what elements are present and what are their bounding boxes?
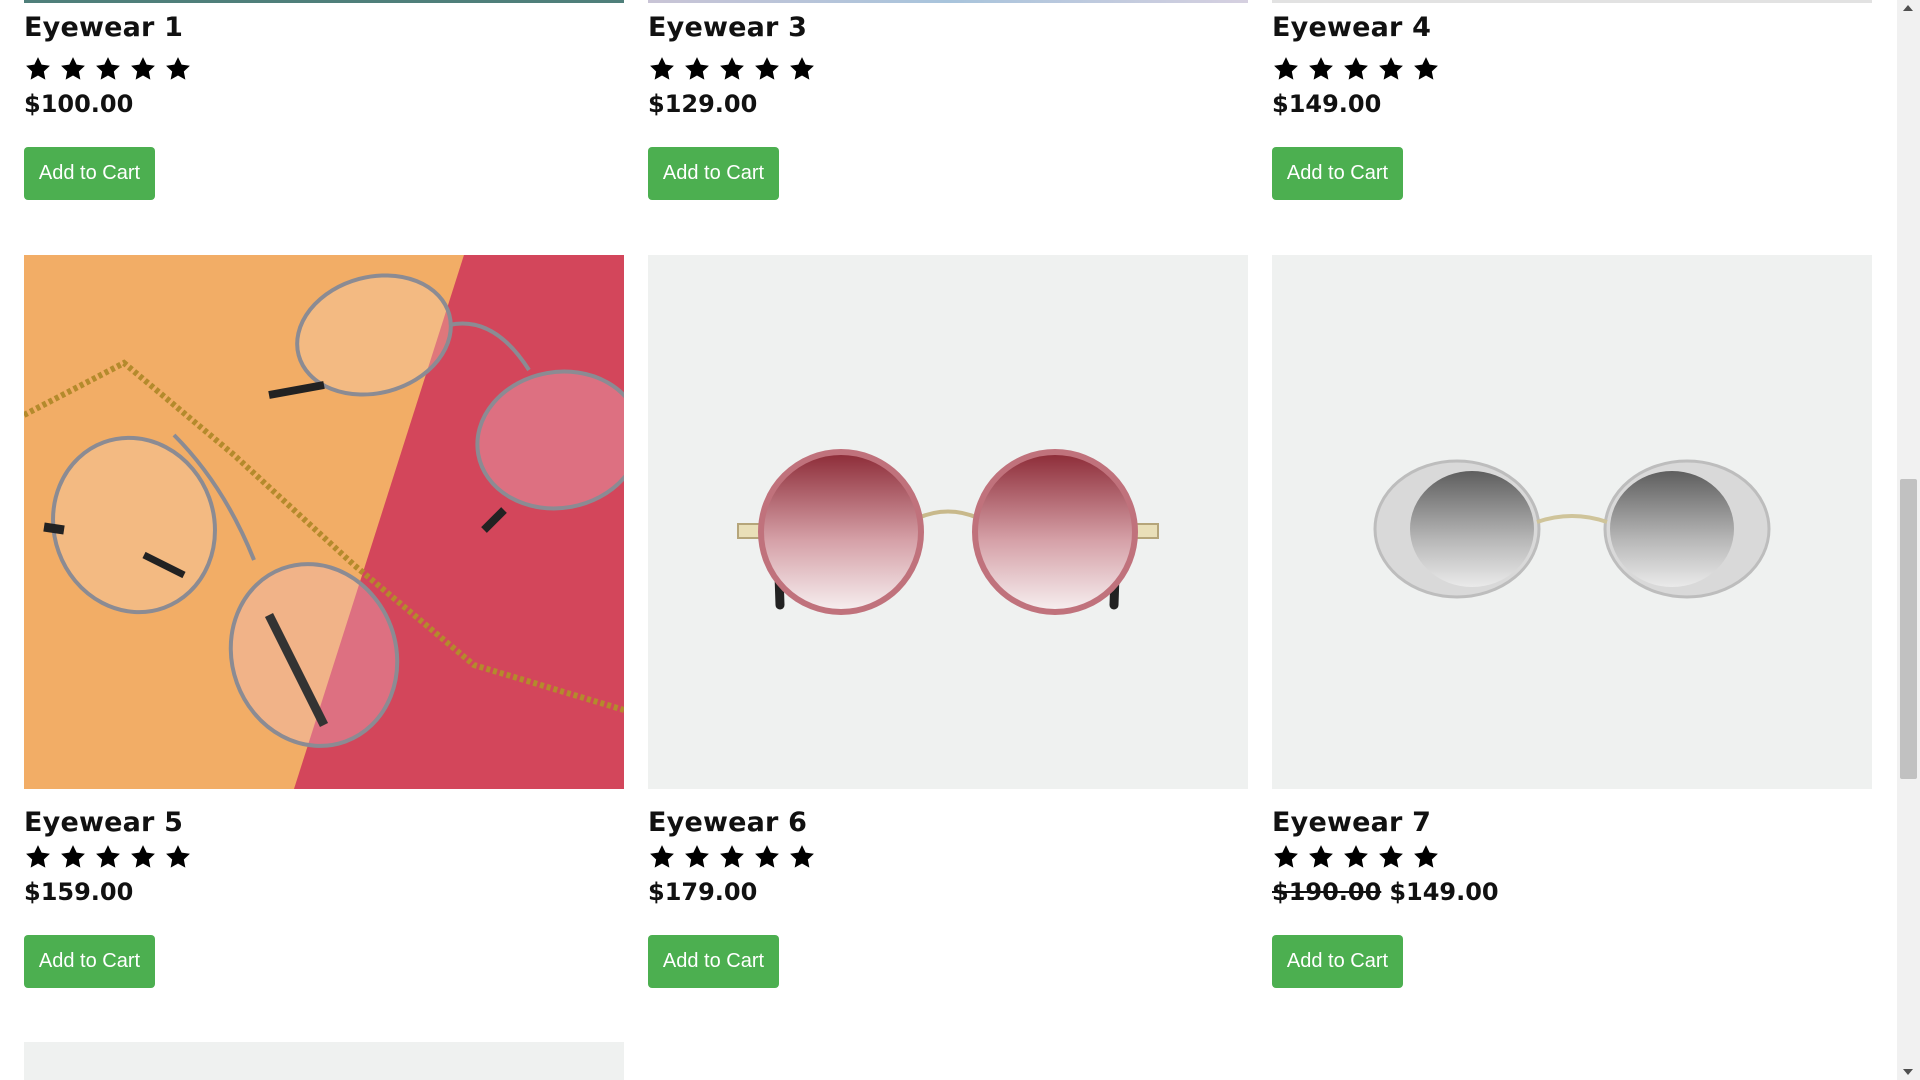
- product-price: $179.00: [648, 878, 758, 906]
- star-icon: [753, 843, 781, 873]
- metal-glasses-photo: [24, 255, 624, 789]
- product-price: $159.00: [24, 878, 134, 906]
- rating-stars: [1272, 843, 1440, 873]
- star-icon: [788, 55, 816, 85]
- star-icon: [1377, 55, 1405, 85]
- star-icon: [129, 55, 157, 85]
- product-image-eyewear-6[interactable]: [648, 255, 1248, 789]
- star-icon: [1377, 843, 1405, 873]
- product-image-bottom-edge: [1272, 0, 1872, 3]
- star-icon: [1307, 843, 1335, 873]
- product-image-eyewear-5[interactable]: [24, 255, 624, 789]
- product-title[interactable]: Eyewear 1: [24, 12, 183, 43]
- product-price: $190.00 $149.00: [1272, 878, 1499, 906]
- rating-stars: [1272, 55, 1440, 85]
- rating-stars: [24, 55, 192, 85]
- star-icon: [1272, 55, 1300, 85]
- rating-stars: [648, 55, 816, 85]
- product-title[interactable]: Eyewear 6: [648, 807, 807, 838]
- star-icon: [718, 55, 746, 85]
- star-icon: [129, 843, 157, 873]
- original-price: $190.00: [1272, 878, 1382, 906]
- scrollbar-thumb[interactable]: [1900, 479, 1917, 780]
- rating-stars: [24, 843, 192, 873]
- star-icon: [164, 843, 192, 873]
- add-to-cart-button[interactable]: Add to Cart: [1272, 935, 1403, 988]
- star-icon: [1307, 55, 1335, 85]
- rose-sunglasses-photo: [648, 255, 1248, 789]
- star-icon: [24, 843, 52, 873]
- star-icon: [24, 55, 52, 85]
- product-title[interactable]: Eyewear 7: [1272, 807, 1431, 838]
- product-price: $100.00: [24, 90, 134, 118]
- add-to-cart-button[interactable]: Add to Cart: [24, 935, 155, 988]
- star-icon: [788, 843, 816, 873]
- star-icon: [1342, 843, 1370, 873]
- product-image-bottom-edge: [648, 0, 1248, 3]
- product-title[interactable]: Eyewear 5: [24, 807, 183, 838]
- add-to-cart-button[interactable]: Add to Cart: [24, 147, 155, 200]
- star-icon: [648, 843, 676, 873]
- star-icon: [59, 55, 87, 85]
- add-to-cart-button[interactable]: Add to Cart: [1272, 147, 1403, 200]
- grey-sunglasses-photo: [1272, 255, 1872, 789]
- rating-stars: [648, 843, 816, 873]
- scroll-up-arrow-icon[interactable]: [1903, 5, 1913, 11]
- star-icon: [1272, 843, 1300, 873]
- add-to-cart-button[interactable]: Add to Cart: [648, 935, 779, 988]
- star-icon: [164, 55, 192, 85]
- star-icon: [94, 843, 122, 873]
- star-icon: [648, 55, 676, 85]
- add-to-cart-button[interactable]: Add to Cart: [648, 147, 779, 200]
- star-icon: [683, 843, 711, 873]
- product-image-eyewear-7[interactable]: [1272, 255, 1872, 789]
- product-grid-viewport: Eyewear 1 $100.00 Add to Cart Eyewear 3 …: [0, 0, 1897, 1080]
- product-image-next-row[interactable]: [24, 1042, 624, 1080]
- sale-price: $149.00: [1389, 878, 1499, 906]
- product-image-bottom-edge: [24, 0, 624, 3]
- star-icon: [753, 55, 781, 85]
- vertical-scrollbar[interactable]: [1897, 0, 1920, 1080]
- star-icon: [59, 843, 87, 873]
- star-icon: [718, 843, 746, 873]
- star-icon: [1412, 843, 1440, 873]
- star-icon: [683, 55, 711, 85]
- product-title[interactable]: Eyewear 3: [648, 12, 807, 43]
- star-icon: [1342, 55, 1370, 85]
- scroll-down-arrow-icon[interactable]: [1903, 1069, 1913, 1075]
- star-icon: [94, 55, 122, 85]
- product-price: $129.00: [648, 90, 758, 118]
- product-price: $149.00: [1272, 90, 1382, 118]
- star-icon: [1412, 55, 1440, 85]
- product-title[interactable]: Eyewear 4: [1272, 12, 1431, 43]
